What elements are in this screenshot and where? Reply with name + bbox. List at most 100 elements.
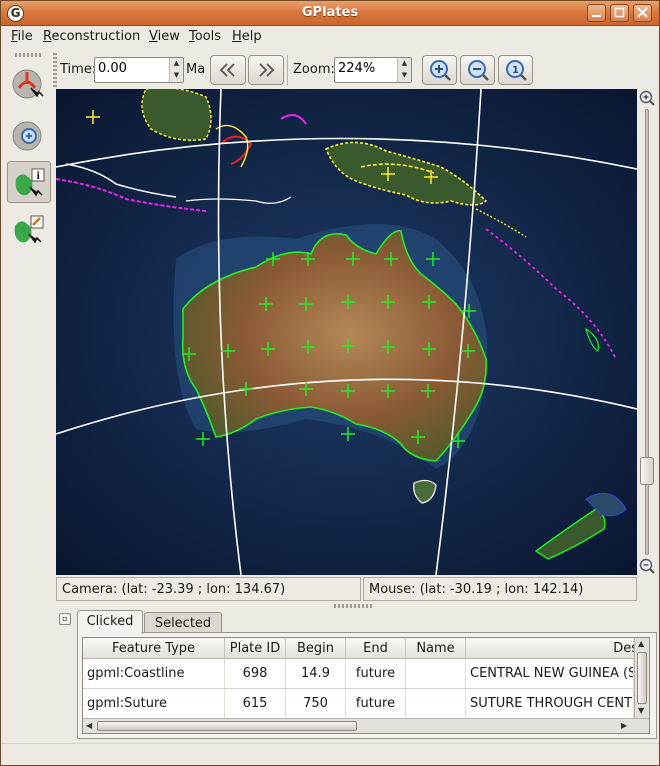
cell-description: CENTRAL NEW GUINEA (SEP (466, 659, 634, 689)
zoom-globe-icon (12, 121, 42, 151)
drag-globe-tool[interactable] (7, 63, 51, 105)
tool-palette-grip[interactable] (15, 53, 43, 57)
fast-forward-icon (259, 63, 275, 77)
zoom-globe-tool[interactable] (7, 115, 51, 157)
menu-file-label: ile (17, 29, 33, 44)
col-feature-type[interactable]: Feature Type (83, 638, 225, 659)
time-spin-arrows[interactable]: ▲ ▼ (169, 58, 183, 82)
close-button[interactable] (633, 4, 652, 22)
svg-text:i: i (37, 171, 40, 182)
maximize-icon (614, 7, 625, 18)
table-vertical-scrollbar[interactable]: ▲ ▼ (634, 638, 649, 718)
zoom-spinbox[interactable]: ▲ ▼ (334, 57, 412, 83)
time-unit-label: Ma (186, 62, 206, 77)
globe-map-view[interactable] (56, 89, 637, 575)
zoom-spin-arrows[interactable]: ▲ ▼ (397, 58, 411, 82)
zoom-slider[interactable] (638, 89, 656, 575)
query-feature-tool[interactable]: i (7, 161, 51, 203)
scroll-down-icon[interactable]: ▼ (638, 706, 644, 715)
menu-view-label: iew (157, 29, 180, 44)
dock-splitter-grip[interactable] (334, 604, 374, 608)
cell-end: future (346, 659, 406, 689)
menu-help[interactable]: Help (232, 29, 262, 44)
scroll-up-icon[interactable]: ▲ (638, 639, 644, 648)
menu-view-mnemonic: V (149, 29, 158, 44)
menu-bar: File Reconstruction View Tools Help (1, 26, 659, 49)
rewind-icon (219, 63, 235, 77)
col-plate-id[interactable]: Plate ID (225, 638, 286, 659)
reset-zoom-button[interactable]: 1 (498, 55, 533, 85)
tab-selected[interactable]: Selected (144, 612, 222, 633)
minimize-icon (592, 15, 601, 17)
mouse-status: Mouse: (lat: -30.19 ; lon: 142.14) (363, 577, 637, 601)
col-end[interactable]: End (346, 638, 406, 659)
maximize-button[interactable] (610, 4, 629, 22)
time-label: Time: (60, 62, 97, 77)
cell-begin: 750 (286, 689, 346, 719)
menu-reconstruction-label: econstruction (51, 29, 141, 44)
zoom-in-button[interactable] (422, 55, 457, 85)
cell-begin: 14.9 (286, 659, 346, 689)
menu-help-label: elp (241, 29, 262, 44)
edit-feature-icon (14, 215, 44, 244)
menu-reconstruction[interactable]: Reconstruction (43, 29, 140, 44)
cell-plate-id: 615 (225, 689, 286, 719)
table-horizontal-scrollbar[interactable]: ◀ ▶ (83, 718, 649, 733)
table-row[interactable]: gpml:Coastline 698 14.9 future CENTRAL N… (83, 659, 643, 689)
fast-forward-button[interactable] (248, 55, 284, 85)
menu-tools[interactable]: Tools (189, 29, 221, 44)
menu-view[interactable]: View (149, 29, 180, 44)
reset-zoom-icon: 1 (505, 60, 527, 81)
menu-tools-label: ools (194, 29, 222, 44)
panel-float-button[interactable]: ▫ (59, 613, 71, 625)
zoom-decrement-button[interactable]: ▼ (400, 70, 409, 81)
zoom-in-icon (429, 60, 451, 81)
title-bar[interactable]: G GPlates (1, 1, 659, 26)
time-decrement-button[interactable]: ▼ (172, 70, 181, 81)
col-description[interactable]: Des (466, 638, 643, 659)
zoom-slider-handle[interactable] (640, 457, 654, 485)
col-name[interactable]: Name (406, 638, 466, 659)
drag-globe-icon (12, 69, 44, 99)
gplates-window: G GPlates File Reconstruction View Tools… (0, 0, 660, 766)
cell-feature-type: gpml:Coastline (83, 659, 225, 689)
zoom-slider-track[interactable] (645, 109, 649, 555)
tab-clicked[interactable]: Clicked (77, 610, 143, 634)
feature-table[interactable]: Feature Type Plate ID Begin End Name Des… (82, 637, 650, 734)
menu-file[interactable]: File (11, 29, 33, 44)
cell-name (406, 689, 466, 719)
zoom-out-small-icon[interactable] (638, 557, 656, 575)
vertical-scroll-thumb[interactable] (637, 652, 647, 704)
edit-feature-tool[interactable] (7, 209, 51, 251)
table-row[interactable]: gpml:Suture 615 750 future SUTURE THROUG… (83, 689, 643, 719)
zoom-label: Zoom: (293, 62, 335, 77)
cell-feature-type: gpml:Suture (83, 689, 225, 719)
cell-plate-id: 698 (225, 659, 286, 689)
menu-help-mnemonic: H (232, 29, 242, 44)
rewind-button[interactable] (210, 55, 246, 85)
globe-canvas[interactable] (56, 89, 637, 575)
zoom-out-icon (467, 60, 489, 81)
scroll-right-icon[interactable]: ▶ (621, 721, 627, 730)
toolbar-separator (287, 55, 288, 85)
horizontal-scroll-thumb[interactable] (97, 721, 357, 731)
svg-text:1: 1 (512, 65, 519, 76)
close-icon (637, 7, 648, 18)
zoom-in-small-icon[interactable] (638, 89, 656, 107)
cell-end: future (346, 689, 406, 719)
window-title: GPlates (301, 5, 359, 20)
zoom-input[interactable] (338, 61, 394, 76)
col-begin[interactable]: Begin (286, 638, 346, 659)
cell-name (406, 659, 466, 689)
bottom-status-bar (1, 743, 659, 765)
time-input[interactable] (98, 61, 166, 76)
table-header: Feature Type Plate ID Begin End Name Des (83, 638, 643, 659)
time-increment-button[interactable]: ▲ (172, 58, 181, 69)
scroll-left-icon[interactable]: ◀ (86, 721, 92, 730)
zoom-out-button[interactable] (460, 55, 495, 85)
time-spinbox[interactable]: ▲ ▼ (94, 57, 184, 83)
zoom-increment-button[interactable]: ▲ (400, 58, 409, 69)
time-toolbar-grip[interactable] (53, 53, 57, 87)
camera-status: Camera: (lat: -23.39 ; lon: 134.67) (56, 577, 361, 601)
minimize-button[interactable] (587, 4, 606, 22)
